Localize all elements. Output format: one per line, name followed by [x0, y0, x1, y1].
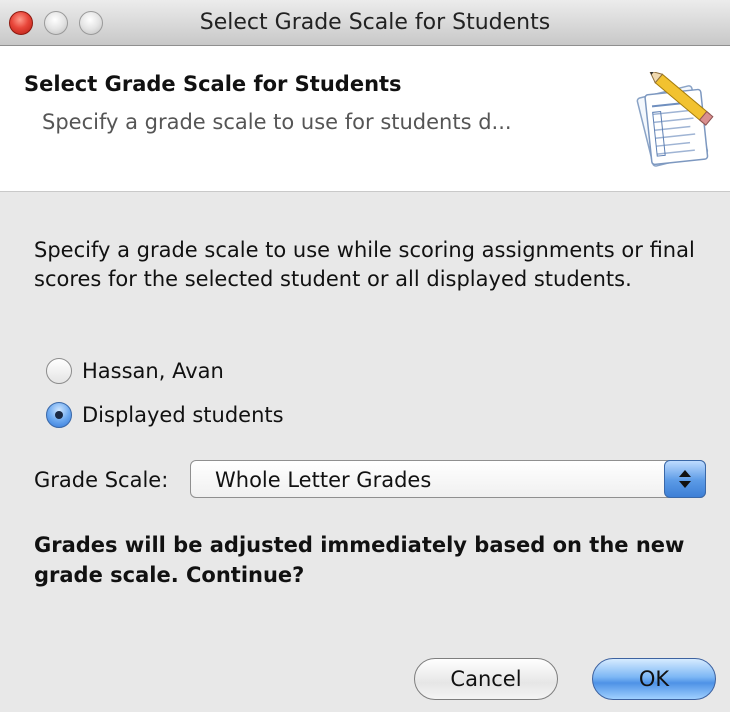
radio-button-checked[interactable]	[46, 402, 72, 428]
radio-button-unchecked[interactable]	[46, 358, 72, 384]
header-subtitle: Specify a grade scale to use for student…	[42, 110, 512, 134]
grade-scale-value[interactable]: Whole Letter Grades	[215, 468, 431, 492]
window-title: Select Grade Scale for Students	[199, 10, 551, 35]
dialog-header: Select Grade Scale for Students Specify …	[0, 46, 730, 192]
grade-scale-select[interactable]: Whole Letter Grades	[190, 460, 706, 498]
gradebook-icon	[630, 69, 722, 168]
title-bar[interactable]: Select Grade Scale for Students	[0, 0, 730, 46]
header-title: Select Grade Scale for Students	[24, 72, 402, 96]
radio-option-displayed-students[interactable]: Displayed students	[46, 400, 284, 430]
radio-option-selected-student[interactable]: Hassan, Avan	[46, 356, 224, 386]
warning-text: Grades will be adjusted immediately base…	[34, 533, 685, 587]
grade-scale-label: Grade Scale:	[34, 468, 169, 492]
radio-label-displayed-students[interactable]: Displayed students	[82, 403, 284, 427]
description-text: Specify a grade scale to use while scori…	[34, 238, 695, 291]
dialog-window: Select Grade Scale for Students Select G…	[0, 0, 730, 712]
up-down-arrows-icon[interactable]	[664, 460, 706, 498]
ok-button[interactable]: OK	[592, 658, 716, 700]
cancel-button[interactable]: Cancel	[414, 658, 558, 700]
radio-label-selected-student[interactable]: Hassan, Avan	[82, 359, 224, 383]
